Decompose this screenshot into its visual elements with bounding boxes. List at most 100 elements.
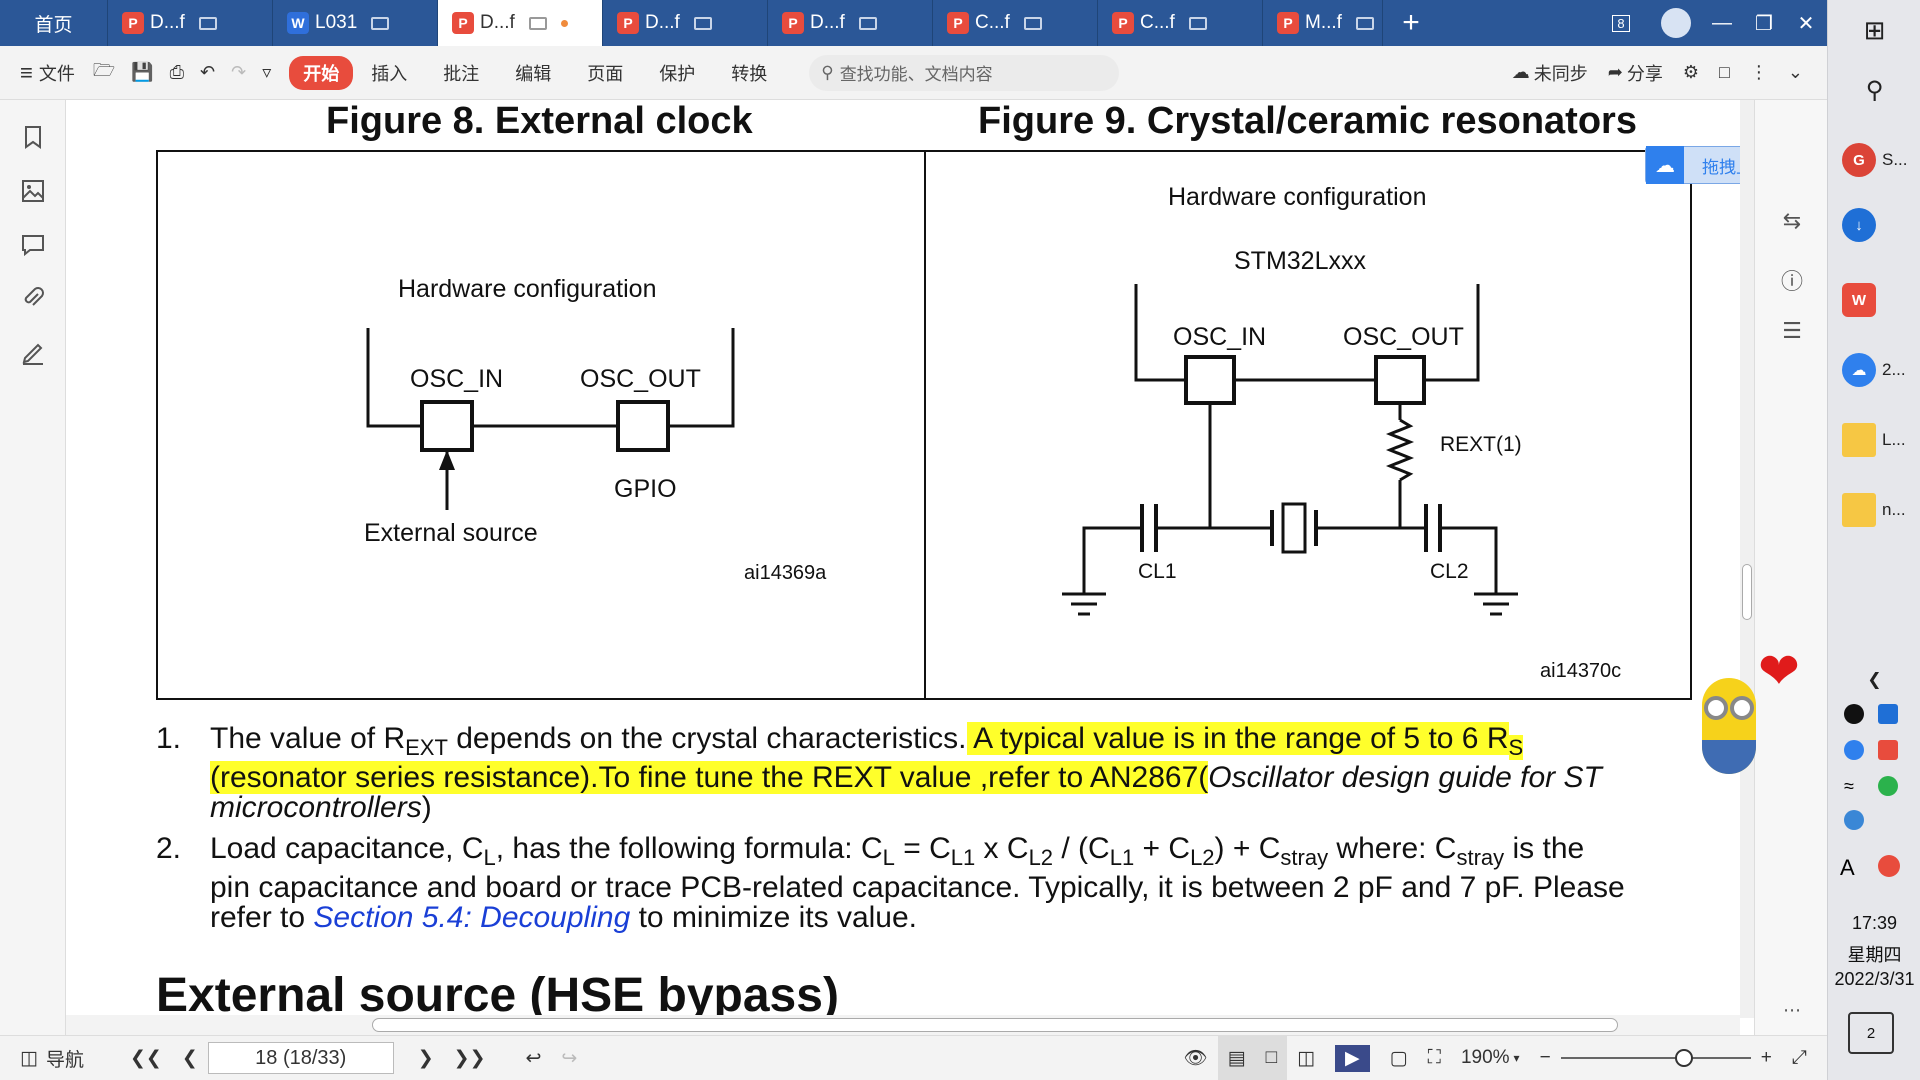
baidu-cloud-icon[interactable] xyxy=(1844,740,1864,760)
tab-doc-3-active[interactable]: P D...f xyxy=(438,0,603,46)
last-page-icon[interactable]: ❯❯ xyxy=(444,1036,496,1080)
wifi-icon[interactable]: ≈ xyxy=(1844,776,1854,797)
fullscreen-icon[interactable]: ⤢ xyxy=(1782,1036,1827,1080)
collapse-icon[interactable]: ⌄ xyxy=(1778,46,1827,99)
forward-icon[interactable]: ↪ xyxy=(551,1036,587,1080)
more-dropdown-icon[interactable]: ▿ xyxy=(254,46,279,99)
qq-icon[interactable] xyxy=(1844,704,1864,724)
tab-doc-8[interactable]: P M...f xyxy=(1263,0,1383,46)
next-page-icon[interactable]: ❯ xyxy=(408,1036,444,1080)
fit-page-icon[interactable]: ⛶ xyxy=(1418,1036,1451,1080)
redo-icon[interactable]: ↷ xyxy=(223,46,254,99)
note2-sub: stray xyxy=(1456,845,1505,870)
page-number-input[interactable]: 18 (18/33) xyxy=(207,1042,394,1074)
zoom-slider-thumb[interactable] xyxy=(1674,1049,1693,1067)
hscroll-thumb[interactable] xyxy=(372,1018,1618,1032)
continuous-view-icon[interactable]: ▤ xyxy=(1217,1036,1256,1080)
scroll-thumb[interactable] xyxy=(1742,564,1752,620)
zoom-select[interactable]: 190% ▾ xyxy=(1451,1036,1530,1080)
menu-protect[interactable]: 保护 xyxy=(641,60,713,86)
more-options-icon[interactable]: ⋯ xyxy=(1779,1000,1805,1026)
prev-page-icon[interactable]: ❮ xyxy=(172,1036,208,1080)
save-icon[interactable]: 💾 xyxy=(123,46,161,99)
new-tab-button[interactable]: + xyxy=(1383,0,1439,46)
two-page-icon[interactable]: ◫ xyxy=(1287,1036,1325,1080)
menu-annotate[interactable]: 批注 xyxy=(425,60,497,86)
undo-icon[interactable]: ↶ xyxy=(192,46,223,99)
taskbar-download[interactable]: ↓ xyxy=(1828,195,1920,255)
tab-home[interactable]: 首页 xyxy=(0,0,108,46)
sogou-icon[interactable] xyxy=(1878,855,1900,877)
clock-time[interactable]: 17:39 xyxy=(1828,913,1920,934)
section-link[interactable]: Section 5.4: Decoupling xyxy=(313,901,630,934)
sync-button[interactable]: ☁ 未同步 xyxy=(1502,46,1598,99)
windows-start-icon[interactable]: ⊞ xyxy=(1828,0,1920,60)
wps-icon[interactable] xyxy=(1878,740,1898,760)
first-page-icon[interactable]: ❮❮ xyxy=(120,1036,172,1080)
signature-icon[interactable] xyxy=(20,340,46,366)
adjust-icon[interactable]: ☰ xyxy=(1779,318,1805,344)
image-icon[interactable] xyxy=(20,178,46,204)
zoom-slider[interactable] xyxy=(1560,1048,1751,1068)
menu-insert[interactable]: 插入 xyxy=(353,60,425,86)
network-icon[interactable] xyxy=(1844,810,1864,830)
taskbar-baidu[interactable]: ☁ 2... xyxy=(1828,340,1920,400)
monitor-icon[interactable] xyxy=(198,16,217,30)
monitor-icon[interactable] xyxy=(693,16,712,30)
vertical-scrollbar[interactable] xyxy=(1740,100,1754,1018)
tab-doc-7[interactable]: P C...f xyxy=(1098,0,1263,46)
tab-doc-6[interactable]: P C...f xyxy=(933,0,1098,46)
restore-button[interactable]: ❐ xyxy=(1743,0,1785,46)
eye-protect-icon[interactable]: 👁 xyxy=(1174,1036,1218,1080)
search-icon[interactable]: ⚲ xyxy=(1828,60,1920,120)
menu-page[interactable]: 页面 xyxy=(569,60,641,86)
print-icon[interactable]: ⎙ xyxy=(162,46,192,99)
actual-size-icon[interactable]: ▢ xyxy=(1380,1036,1418,1080)
zoom-out-icon[interactable]: − xyxy=(1530,1036,1561,1080)
horizontal-scrollbar[interactable] xyxy=(66,1015,1740,1035)
file-menu[interactable]: ≡ 文件 xyxy=(0,46,85,99)
search-input[interactable]: ⚲ 查找功能、文档内容 xyxy=(809,54,1120,91)
monitor-icon[interactable] xyxy=(371,16,390,30)
help-icon[interactable]: ⓘ xyxy=(1779,264,1805,294)
taskbar-folder-2[interactable]: n... xyxy=(1828,480,1920,540)
ime-icon[interactable]: A xyxy=(1840,855,1855,881)
note1-italic: microcontrollers xyxy=(210,791,422,824)
open-folder-icon[interactable]: 🗁 xyxy=(85,46,123,99)
taskbar-wps[interactable]: W xyxy=(1828,270,1920,330)
settings-icon[interactable]: ⚙ xyxy=(1673,46,1709,99)
monitor-icon[interactable] xyxy=(1023,16,1042,30)
taskbar-folder-1[interactable]: L... xyxy=(1828,410,1920,470)
taskbar-chrome[interactable]: G S... xyxy=(1828,130,1920,190)
comment-icon[interactable] xyxy=(20,232,46,258)
monitor-icon[interactable] xyxy=(1188,16,1207,30)
back-icon[interactable]: ↩ xyxy=(516,1036,552,1080)
play-icon[interactable]: ▶ xyxy=(1325,1036,1380,1080)
translate-icon[interactable]: ⇆ xyxy=(1779,208,1805,234)
monitor-icon[interactable] xyxy=(528,16,547,30)
menu-start[interactable]: 开始 xyxy=(289,55,354,90)
close-button[interactable]: ✕ xyxy=(1785,0,1827,46)
menu-edit[interactable]: 编辑 xyxy=(497,60,569,86)
notification-icon[interactable]: 2 xyxy=(1848,1012,1894,1054)
zoom-in-icon[interactable]: + xyxy=(1751,1036,1782,1080)
app-icon[interactable] xyxy=(1878,704,1898,724)
tab-doc-1[interactable]: P D...f xyxy=(108,0,273,46)
comment-icon[interactable]: □ xyxy=(1709,46,1740,99)
single-page-icon[interactable]: □ xyxy=(1255,1036,1288,1080)
menu-convert[interactable]: 转换 xyxy=(713,60,785,86)
more-icon[interactable]: ⋮ xyxy=(1740,46,1778,99)
share-button[interactable]: ➦ 分享 xyxy=(1598,46,1673,99)
monitor-icon[interactable] xyxy=(858,16,877,30)
bookmark-icon[interactable] xyxy=(20,124,46,150)
wechat-icon[interactable] xyxy=(1878,776,1898,796)
attachment-icon[interactable] xyxy=(20,286,46,312)
tab-doc-2[interactable]: W L031 xyxy=(273,0,438,46)
tab-doc-5[interactable]: P D...f xyxy=(768,0,933,46)
avatar[interactable] xyxy=(1651,0,1701,46)
minimize-button[interactable]: — xyxy=(1701,0,1743,46)
nav-toggle[interactable]: ◫ 导航 xyxy=(0,1036,94,1080)
window-count-icon[interactable]: 8 xyxy=(1591,0,1651,46)
monitor-icon[interactable] xyxy=(1355,16,1374,30)
tab-doc-4[interactable]: P D...f xyxy=(603,0,768,46)
